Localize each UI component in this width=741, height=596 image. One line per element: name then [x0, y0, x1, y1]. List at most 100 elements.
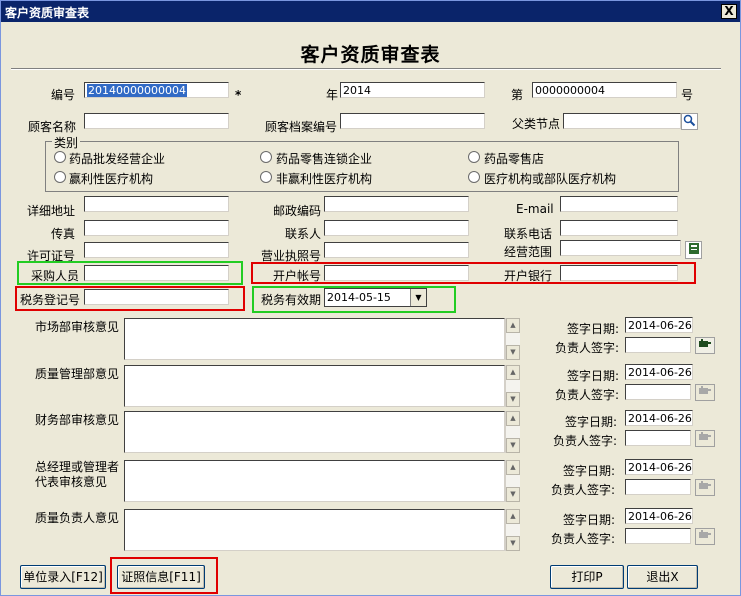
exit-button[interactable]: 退出X	[627, 565, 698, 589]
customer-name-label: 顾客名称	[28, 120, 77, 134]
number-input[interactable]: 0000000004	[532, 82, 677, 98]
chevron-down-icon[interactable]: ▼	[410, 289, 426, 306]
signer-label-0: 负责人签字:	[555, 341, 620, 355]
scroll-up-icon[interactable]: ▲	[506, 509, 520, 524]
signer-input-2[interactable]	[625, 430, 691, 446]
radio-military-medical[interactable]	[468, 171, 480, 183]
review-textarea-3[interactable]	[124, 460, 505, 502]
signer-label-2: 负责人签字:	[553, 434, 618, 448]
heading-divider	[11, 68, 721, 70]
scroll-down-icon[interactable]: ▼	[506, 536, 520, 551]
sign-date-input-3[interactable]: 2014-06-26	[625, 459, 693, 475]
review-textarea-1[interactable]	[124, 365, 505, 407]
radio-pharma-wholesale[interactable]	[54, 151, 66, 163]
sign-button-0[interactable]	[695, 337, 715, 354]
review-scrollbar-2[interactable]: ▲ ▼	[505, 411, 520, 453]
review-scrollbar-0[interactable]: ▲ ▼	[505, 318, 520, 360]
close-button[interactable]: X	[721, 4, 737, 19]
signer-input-0[interactable]	[625, 337, 691, 353]
taxreg-input[interactable]	[84, 289, 229, 305]
category-label: 类别	[52, 134, 81, 151]
title-bar[interactable]: 客户资质审查表 X	[1, 1, 740, 22]
radio-pharma-chain[interactable]	[260, 151, 272, 163]
review-textarea-2[interactable]	[124, 411, 505, 453]
bianhao-label: 编号	[51, 88, 76, 102]
bianhao-value: 20140000000004	[87, 84, 187, 97]
signer-input-3[interactable]	[625, 479, 691, 495]
radio-profit-medical[interactable]	[54, 171, 66, 183]
unit-entry-button[interactable]: 单位录入[F12]	[20, 565, 106, 589]
bank-input[interactable]	[560, 265, 678, 281]
option-pharma-wholesale: 药品批发经营企业	[69, 152, 166, 166]
review-scrollbar-4[interactable]: ▲ ▼	[505, 509, 520, 551]
review-scrollbar-1[interactable]: ▲ ▼	[505, 365, 520, 407]
parent-node-input[interactable]	[563, 113, 681, 129]
hand-pointer-icon	[699, 432, 711, 440]
phone-label: 联系电话	[504, 227, 553, 241]
search-button[interactable]	[681, 113, 698, 130]
hao-label: 号	[681, 88, 694, 102]
review-textarea-0[interactable]	[124, 318, 505, 360]
book-icon	[688, 243, 699, 254]
customer-name-input[interactable]	[84, 113, 229, 129]
option-pharma-retail: 药品零售店	[484, 152, 545, 166]
hand-pointer-icon	[699, 386, 711, 394]
review-label-4: 质量负责人意见	[35, 511, 120, 525]
sign-button-4[interactable]	[695, 528, 715, 545]
option-pharma-chain: 药品零售连锁企业	[276, 152, 373, 166]
signer-input-1[interactable]	[625, 384, 691, 400]
contact-input[interactable]	[324, 220, 469, 236]
print-button[interactable]: 打印P	[550, 565, 624, 589]
window-title: 客户资质审查表	[5, 6, 90, 20]
license-input[interactable]	[84, 242, 229, 258]
year-input[interactable]: 2014	[340, 82, 485, 98]
sign-button-2[interactable]	[695, 430, 715, 447]
taxvalid-date-picker[interactable]: 2014-05-15 ▼	[324, 288, 427, 307]
fax-label: 传真	[51, 227, 76, 241]
sign-button-3[interactable]	[695, 479, 715, 496]
address-input[interactable]	[84, 196, 229, 212]
option-profit-medical: 赢利性医疗机构	[69, 172, 154, 186]
signer-label-3: 负责人签字:	[551, 483, 616, 497]
scroll-up-icon[interactable]: ▲	[506, 365, 520, 380]
scope-picker-button[interactable]	[685, 241, 702, 259]
radio-nonprofit-medical[interactable]	[260, 171, 272, 183]
sign-date-input-2[interactable]: 2014-06-26	[625, 410, 693, 426]
scroll-up-icon[interactable]: ▲	[506, 460, 520, 475]
fax-input[interactable]	[84, 220, 229, 236]
signer-label-1: 负责人签字:	[555, 388, 620, 402]
search-icon	[683, 114, 696, 127]
scroll-down-icon[interactable]: ▼	[506, 392, 520, 407]
account-input[interactable]	[324, 265, 469, 281]
buyer-input[interactable]	[84, 265, 229, 281]
required-asterisk: *	[235, 88, 242, 102]
scroll-up-icon[interactable]: ▲	[506, 411, 520, 426]
bank-label: 开户银行	[504, 269, 553, 283]
email-input[interactable]	[560, 196, 678, 212]
review-label-1: 质量管理部意见	[35, 367, 120, 381]
sign-date-input-4[interactable]: 2014-06-26	[625, 508, 693, 524]
postcode-input[interactable]	[324, 196, 469, 212]
review-textarea-4[interactable]	[124, 509, 505, 551]
option-military-medical: 医疗机构或部队医疗机构	[484, 172, 617, 186]
scroll-up-icon[interactable]: ▲	[506, 318, 520, 333]
scroll-down-icon[interactable]: ▼	[506, 487, 520, 502]
sign-date-input-0[interactable]: 2014-06-26	[625, 317, 693, 333]
bizlicense-input[interactable]	[324, 242, 469, 258]
scroll-down-icon[interactable]: ▼	[506, 345, 520, 360]
phone-input[interactable]	[560, 220, 678, 236]
customer-file-input[interactable]	[340, 113, 485, 129]
scope-input[interactable]	[560, 240, 681, 256]
sign-date-input-1[interactable]: 2014-06-26	[625, 364, 693, 380]
option-nonprofit-medical: 非赢利性医疗机构	[276, 172, 373, 186]
scroll-down-icon[interactable]: ▼	[506, 438, 520, 453]
bianhao-input[interactable]: 20140000000004	[84, 82, 229, 98]
contact-label: 联系人	[285, 227, 322, 241]
postcode-label: 邮政编码	[273, 204, 322, 218]
review-scrollbar-3[interactable]: ▲ ▼	[505, 460, 520, 502]
sign-date-label-3: 签字日期:	[563, 464, 616, 478]
sign-button-1[interactable]	[695, 384, 715, 401]
radio-pharma-retail[interactable]	[468, 151, 480, 163]
signer-input-4[interactable]	[625, 528, 691, 544]
license-info-button[interactable]: 证照信息[F11]	[117, 565, 205, 589]
